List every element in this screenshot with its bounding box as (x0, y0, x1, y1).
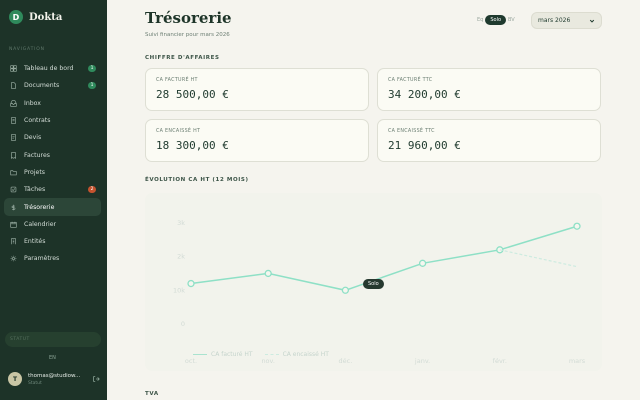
y-tick-label: 0 (181, 320, 185, 328)
sidebar-item-label: Projets (24, 168, 45, 176)
contract-icon (10, 117, 17, 124)
chart-tooltip: Solo (363, 279, 384, 289)
inbox-icon (10, 100, 17, 107)
brand[interactable]: D Dokta (9, 10, 62, 24)
x-tick-label: déc. (339, 357, 353, 365)
sidebar-item-dollar[interactable]: Trésorerie (4, 198, 101, 216)
sidebar-item-label: Devis (24, 134, 42, 142)
x-tick-label: nov. (261, 357, 275, 365)
brand-logo-icon: D (9, 10, 23, 24)
sidebar-item-gear[interactable]: Paramètres (4, 250, 101, 267)
data-point[interactable] (418, 259, 427, 267)
user-email: thomas@studiow... (28, 372, 81, 379)
revenue-chart: 0 10k 2k 3k oct. nov. déc. janv. févr. mars (173, 219, 586, 365)
x-tick-label: mars (569, 357, 586, 365)
document-icon (10, 82, 17, 90)
user-text: thomas@studiow... Statut (28, 373, 80, 386)
sidebar-item-label: Trésorerie (24, 203, 55, 211)
chart-legend: CA facturé HT CA encaissé HT (193, 351, 329, 358)
sidebar-item-contract[interactable]: Contrats (4, 112, 101, 129)
logout-icon[interactable] (92, 375, 100, 383)
sidebar-item-label: Inbox (24, 99, 41, 107)
sidebar-nav: Tableau de bord 1 Documents 1 Inbox Contrats D… (4, 60, 101, 268)
tasks-icon (10, 186, 17, 193)
sidebar-item-quote[interactable]: Devis (4, 129, 101, 146)
y-tick-label: 10k (173, 286, 185, 294)
sidebar-badge: 2 (88, 186, 96, 194)
sidebar-item-label: Calendrier (24, 220, 57, 228)
sidebar-item-label: Paramètres (24, 255, 60, 263)
sidebar-item-label: Factures (24, 151, 50, 159)
y-tick-label: 3k (177, 219, 185, 227)
y-tick-label: 2k (177, 253, 185, 261)
legend-label: CA encaissé HT (282, 351, 329, 358)
legend-label: CA facturé HT (211, 351, 253, 358)
sidebar-item-document[interactable]: Documents 1 (4, 77, 101, 94)
data-point[interactable] (264, 269, 272, 278)
nav-section-label: NAVIGATION (9, 47, 45, 52)
sidebar-item-invoice[interactable]: Factures (4, 146, 101, 163)
user-profile[interactable]: T thomas@studiow... Statut (8, 372, 100, 386)
folder-icon (10, 169, 17, 176)
legend-item: CA encaissé HT (264, 351, 329, 358)
sidebar-item-inbox[interactable]: Inbox (4, 95, 101, 112)
invoice-icon (10, 152, 17, 159)
sidebar-item-label: Tâches (24, 186, 46, 194)
series-line (190, 225, 578, 292)
avatar: T (8, 372, 22, 386)
sidebar-item-label: Tableau de bord (24, 65, 74, 73)
sidebar-item-calendar[interactable]: Calendrier (4, 216, 101, 233)
sidebar-item-label: Entités (24, 238, 46, 246)
series-line (499, 249, 578, 268)
gear-icon (10, 255, 17, 262)
building-icon (10, 238, 17, 245)
calendar-icon (10, 221, 17, 228)
data-point[interactable] (573, 222, 581, 230)
sidebar-badge: 1 (88, 82, 96, 90)
tva-section-label: TVA (145, 391, 159, 397)
sidebar: D Dokta NAVIGATION Tableau de bord 1 Docum… (0, 0, 107, 400)
dashboard-icon (10, 65, 17, 72)
language-switch[interactable]: EN (49, 355, 56, 361)
sidebar-badge: 1 (88, 65, 96, 72)
data-point[interactable] (187, 279, 195, 288)
quote-icon (10, 134, 17, 141)
status-pill[interactable]: STATUT (5, 332, 101, 347)
sidebar-item-dashboard[interactable]: Tableau de bord 1 (4, 60, 101, 77)
x-tick-label: oct. (185, 357, 197, 365)
sidebar-item-tasks[interactable]: Tâches 2 (4, 181, 101, 198)
sidebar-item-folder[interactable]: Projets (4, 164, 101, 181)
main-content: Trésorerie Suivi financier pour mars 202… (107, 0, 640, 400)
sidebar-item-building[interactable]: Entités (4, 233, 101, 250)
data-point[interactable] (341, 286, 350, 294)
x-tick-label: févr. (493, 357, 507, 365)
sidebar-item-label: Documents (24, 82, 60, 90)
legend-swatch (264, 354, 279, 355)
legend-item: CA facturé HT (193, 351, 253, 358)
sidebar-item-label: Contrats (24, 117, 51, 125)
legend-swatch (193, 354, 207, 355)
user-status: Statut (28, 380, 42, 386)
brand-name: Dokta (29, 11, 63, 23)
dollar-icon (10, 204, 17, 211)
x-tick-label: janv. (414, 357, 430, 365)
